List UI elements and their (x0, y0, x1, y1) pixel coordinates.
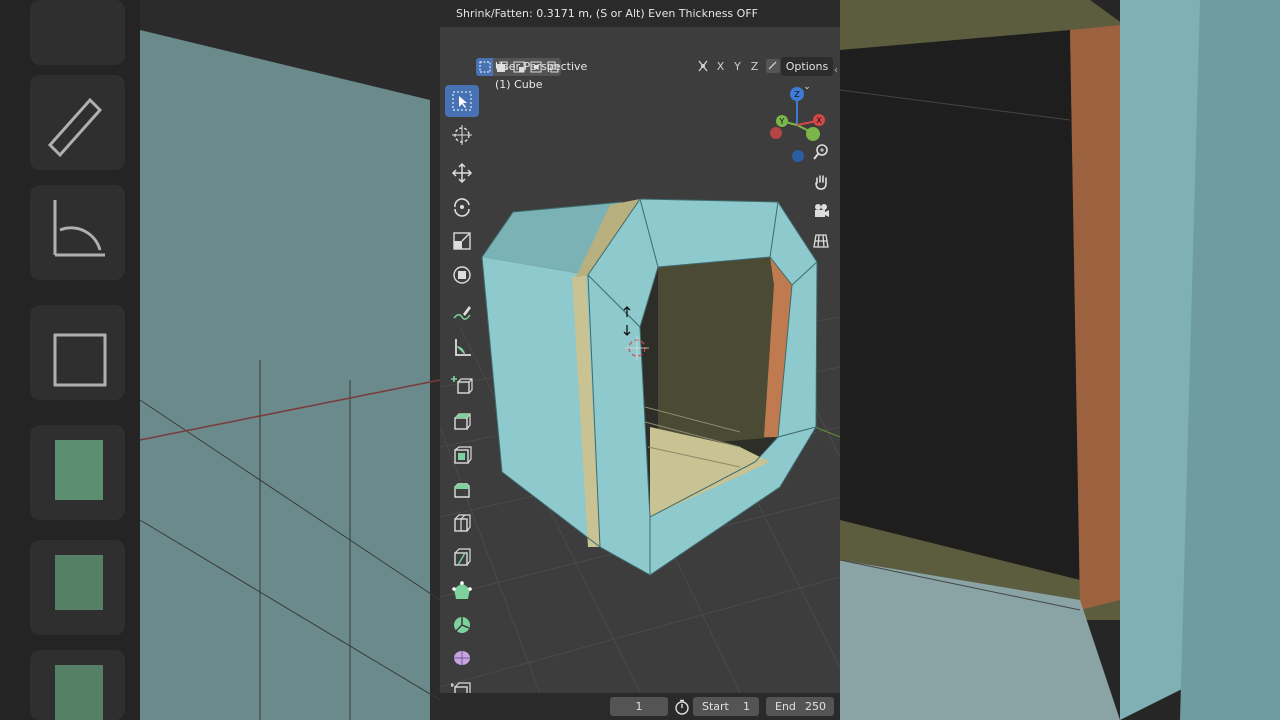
sidebar-toggle-arrow[interactable]: ‹ (834, 65, 838, 76)
axis-y-toggle[interactable]: Y (731, 60, 744, 73)
gizmo-y-label: Y (779, 117, 785, 126)
end-frame-field[interactable]: End 250 (766, 697, 834, 716)
poly-build-icon (452, 581, 472, 599)
rotate-icon (454, 198, 470, 217)
camera-icon (815, 204, 829, 217)
shrink-fatten-status: Shrink/Fatten: 0.3171 m, (S or Alt) Even… (456, 7, 758, 20)
tool-smooth[interactable] (445, 641, 479, 673)
tool-move[interactable] (445, 157, 479, 189)
spin-icon (454, 617, 470, 633)
tool-bevel[interactable] (445, 473, 479, 505)
smooth-icon (454, 651, 470, 665)
tool-knife[interactable] (445, 541, 479, 573)
annotate-icon (453, 306, 471, 320)
bevel-icon (454, 483, 470, 498)
scale-icon (453, 232, 471, 250)
timeline-bar: 1 Start 1 End 250 (440, 693, 840, 720)
start-value: 1 (743, 700, 750, 713)
inset-icon (454, 446, 472, 464)
axis-x-toggle[interactable]: X (714, 60, 727, 73)
tool-measure[interactable] (445, 331, 479, 363)
gizmo-z-label: Z (794, 90, 800, 99)
grid-icon (813, 234, 829, 248)
axis-z-toggle[interactable]: Z (748, 60, 761, 73)
mirror-icon[interactable] (696, 59, 710, 73)
select-box-icon (452, 91, 472, 111)
tool-rotate[interactable] (445, 191, 479, 223)
options-dropdown[interactable]: Options ⌄ (781, 57, 833, 92)
current-frame-field[interactable]: 1 (610, 697, 668, 716)
viewport-panel: Shrink/Fatten: 0.3171 m, (S or Alt) Even… (440, 0, 840, 720)
tool-cursor[interactable] (445, 119, 479, 151)
camera-view-button[interactable] (809, 199, 833, 223)
perspective-label: User Perspective (495, 60, 588, 73)
tool-poly-build[interactable] (445, 575, 479, 607)
zoom-icon (813, 144, 828, 160)
transform-icon (453, 266, 471, 284)
extrude-icon (454, 413, 471, 430)
tool-extrude[interactable] (445, 405, 479, 437)
stopwatch-icon[interactable] (674, 699, 690, 715)
blurred-background-left (0, 0, 440, 720)
gizmo-x-label: X (816, 116, 822, 125)
end-value: 250 (805, 700, 826, 713)
knife-icon (454, 548, 471, 566)
tool-annotate[interactable] (445, 297, 479, 329)
select-new-button[interactable] (476, 58, 493, 76)
select-new-icon (479, 61, 490, 73)
end-label: End (775, 700, 796, 713)
hand-icon (815, 175, 827, 190)
gizmo-neg-z-axis[interactable] (792, 150, 804, 162)
ortho-toggle-button[interactable] (809, 229, 833, 253)
tool-scale[interactable] (445, 225, 479, 257)
tool-select-box[interactable] (445, 85, 479, 117)
gizmo-neg-y-axis[interactable] (806, 127, 820, 141)
current-frame-value: 1 (635, 700, 643, 713)
tool-inset[interactable] (445, 439, 479, 471)
zoom-button[interactable] (809, 140, 833, 164)
snap-icon[interactable] (765, 58, 781, 74)
move-icon (451, 162, 473, 184)
3d-viewport[interactable]: X Y Z Options ⌄ User Perspective (1) Cub… (440, 27, 840, 700)
start-frame-field[interactable]: Start 1 (693, 697, 759, 716)
active-object-label: (1) Cube (495, 78, 543, 91)
measure-icon (455, 339, 471, 356)
tool-add-cube[interactable] (445, 369, 479, 401)
add-cube-icon (451, 376, 473, 394)
options-label: Options (785, 60, 829, 73)
blurred-background-right (840, 0, 1280, 720)
gizmo-neg-x-axis[interactable] (770, 127, 782, 139)
header-status-bar: Shrink/Fatten: 0.3171 m, (S or Alt) Even… (440, 0, 840, 27)
start-label: Start (702, 700, 729, 713)
axis-constraint-buttons: X Y Z (696, 58, 781, 74)
tool-transform[interactable] (445, 259, 479, 291)
cursor-icon (452, 125, 472, 145)
tool-loop-cut[interactable] (445, 507, 479, 539)
tool-spin[interactable] (445, 609, 479, 641)
pan-button[interactable] (809, 170, 833, 194)
loop-cut-icon (454, 514, 471, 532)
